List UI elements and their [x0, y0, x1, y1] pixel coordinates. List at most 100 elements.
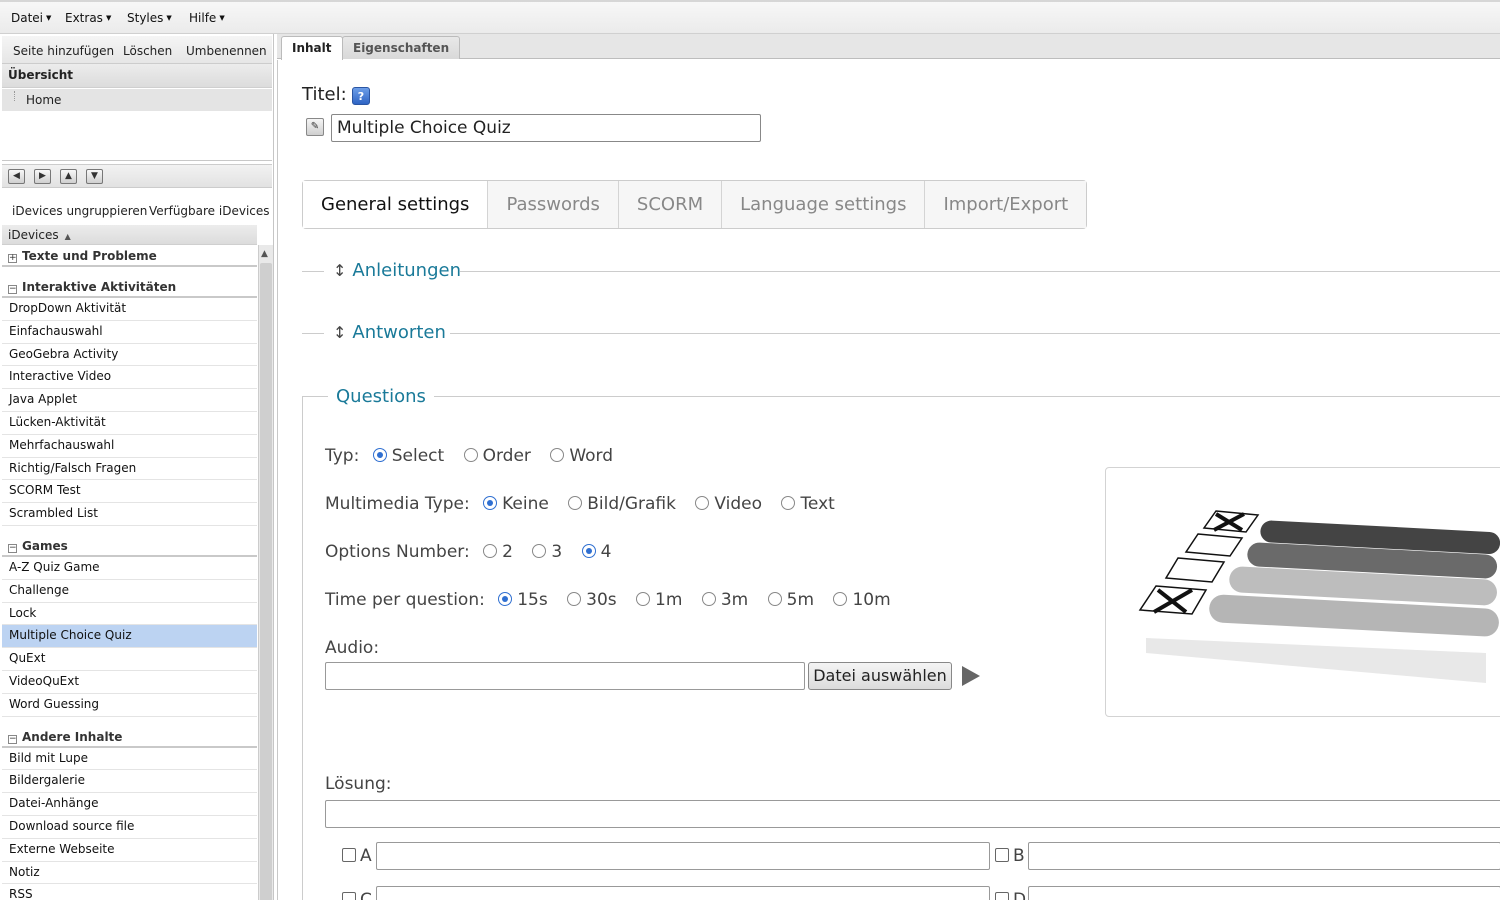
- ungroup-idevices-button[interactable]: iDevices ungruppieren: [12, 204, 147, 218]
- idevice-item[interactable]: RSS: [2, 884, 257, 900]
- section-instructions-toggle[interactable]: ↕ Anleitungen: [333, 260, 461, 281]
- tab-import-export[interactable]: Import/Export: [925, 181, 1087, 228]
- title-input[interactable]: [331, 114, 761, 142]
- divider: [450, 333, 1500, 334]
- add-page-button[interactable]: Seite hinzufügen: [13, 44, 114, 58]
- scroll-up-icon[interactable]: ▲: [261, 249, 268, 259]
- idevice-item[interactable]: Java Applet: [2, 389, 257, 412]
- idevice-item[interactable]: Bildergalerie: [2, 770, 257, 794]
- arrow-down-icon[interactable]: ▼: [86, 169, 103, 184]
- tab-general-settings[interactable]: General settings: [303, 181, 489, 228]
- menu-extras[interactable]: Extras ▼: [65, 11, 111, 25]
- time-10m-label: 10m: [852, 590, 891, 610]
- outline-header[interactable]: Übersicht: [2, 64, 272, 88]
- arrow-up-icon[interactable]: ▲: [60, 169, 77, 184]
- collapse-icon[interactable]: −: [8, 734, 17, 744]
- idevice-item[interactable]: Mehrfachauswahl: [2, 435, 257, 458]
- idevice-group-header[interactable]: − Andere Inhalte: [2, 726, 257, 748]
- arrow-left-icon[interactable]: ◀: [8, 169, 25, 184]
- choose-file-button[interactable]: Datei auswählen: [808, 662, 952, 690]
- multimedia-image-radio[interactable]: [568, 496, 583, 510]
- expand-icon[interactable]: +: [8, 254, 17, 263]
- time-15s-radio[interactable]: [498, 592, 513, 606]
- idevice-item[interactable]: QuExt: [2, 648, 257, 671]
- idevice-item[interactable]: Lücken-Aktivität: [2, 412, 257, 435]
- time-30s-radio[interactable]: [567, 592, 582, 606]
- idevice-item[interactable]: Scrambled List: [2, 503, 257, 526]
- answer-d-input[interactable]: [1028, 886, 1500, 900]
- answer-c-input[interactable]: [376, 886, 990, 900]
- idevice-group-header[interactable]: − Games: [2, 535, 257, 557]
- idevice-item[interactable]: Word Guessing: [2, 694, 257, 717]
- idevice-item[interactable]: Lock: [2, 603, 257, 626]
- tab-content[interactable]: Inhalt: [281, 36, 343, 60]
- idevice-item[interactable]: Multiple Choice Quiz: [2, 625, 257, 649]
- idevice-item[interactable]: Externe Webseite: [2, 839, 257, 862]
- collapse-icon[interactable]: −: [8, 543, 17, 553]
- type-order-radio[interactable]: [463, 448, 478, 462]
- idevice-item[interactable]: SCORM Test: [2, 480, 257, 504]
- time-label: Time per question:: [325, 590, 485, 610]
- idevice-item[interactable]: Notiz: [2, 862, 257, 885]
- menu-styles[interactable]: Styles ▼: [127, 11, 172, 25]
- multimedia-video-radio[interactable]: [695, 496, 710, 510]
- help-icon[interactable]: ?: [352, 87, 370, 105]
- idevice-item[interactable]: GeoGebra Activity: [2, 344, 257, 367]
- scrollbar-thumb[interactable]: [260, 263, 272, 900]
- options-2-radio[interactable]: [483, 544, 498, 558]
- questions-legend: Questions: [328, 386, 434, 407]
- idevice-group-header[interactable]: + Texte und Probleme: [2, 246, 257, 267]
- menu-hilfe[interactable]: Hilfe ▼: [189, 11, 225, 25]
- menu-datei[interactable]: Datei ▼: [11, 11, 51, 25]
- time-1m-radio[interactable]: [636, 592, 651, 606]
- multimedia-text-radio[interactable]: [781, 496, 796, 510]
- idevice-item[interactable]: VideoQuExt: [2, 671, 257, 694]
- delete-page-button[interactable]: Löschen: [123, 44, 172, 58]
- type-select-radio[interactable]: [372, 448, 387, 462]
- answer-a-input[interactable]: [376, 842, 990, 870]
- answer-b-checkbox-wrap: B: [995, 846, 1025, 866]
- idevice-item[interactable]: DropDown Aktivität: [2, 298, 257, 321]
- answer-b-input[interactable]: [1028, 842, 1500, 870]
- section-answers-toggle[interactable]: ↕ Antworten: [333, 322, 446, 343]
- answer-c-checkbox[interactable]: [342, 892, 356, 900]
- arrow-right-icon[interactable]: ▶: [34, 169, 51, 184]
- multimedia-none-radio[interactable]: [483, 496, 498, 510]
- type-word-radio[interactable]: [550, 448, 565, 462]
- idevices-scrollbar[interactable]: ▲: [258, 245, 273, 900]
- idevice-item[interactable]: Download source file: [2, 816, 257, 839]
- options-4-radio[interactable]: [581, 544, 596, 558]
- menu-datei-label: Datei: [11, 11, 44, 25]
- tab-scorm[interactable]: SCORM: [618, 181, 723, 228]
- idevice-item[interactable]: Bild mit Lupe: [2, 748, 257, 771]
- outline-item-home[interactable]: Home: [2, 89, 272, 111]
- options-number-row: Options Number: 2 3 4: [325, 542, 615, 562]
- answer-d-checkbox[interactable]: [995, 892, 1009, 900]
- solution-label: Lösung:: [325, 774, 392, 794]
- time-3m-radio[interactable]: [701, 592, 716, 606]
- tab-passwords[interactable]: Passwords: [488, 181, 619, 228]
- idevice-item[interactable]: Einfachauswahl: [2, 321, 257, 344]
- idevice-item[interactable]: Datei-Anhänge: [2, 793, 257, 816]
- idevice-item[interactable]: Richtig/Falsch Fragen: [2, 458, 257, 481]
- time-10m-radio[interactable]: [833, 592, 848, 606]
- audio-input[interactable]: [325, 662, 805, 690]
- rename-page-button[interactable]: Umbenennen: [186, 44, 267, 58]
- idevice-group-header[interactable]: − Interaktive Aktivitäten: [2, 277, 257, 298]
- tab-properties[interactable]: Eigenschaften: [342, 36, 461, 59]
- collapse-icon[interactable]: −: [8, 285, 17, 294]
- idevice-item[interactable]: Challenge: [2, 580, 257, 603]
- available-idevices-button[interactable]: Verfügbare iDevices: [149, 204, 270, 218]
- options-3-radio[interactable]: [532, 544, 547, 558]
- edit-icon[interactable]: ✎: [306, 118, 324, 136]
- idevices-header[interactable]: iDevices ▲: [2, 225, 257, 245]
- answer-b-checkbox[interactable]: [995, 848, 1009, 862]
- play-icon[interactable]: [962, 666, 980, 686]
- time-5m-radio[interactable]: [767, 592, 782, 606]
- solution-input[interactable]: [325, 800, 1500, 828]
- idevice-item[interactable]: Interactive Video: [2, 366, 257, 390]
- tab-language-settings[interactable]: Language settings: [722, 181, 926, 228]
- answer-a-checkbox[interactable]: [342, 848, 356, 862]
- idevice-item[interactable]: A-Z Quiz Game: [2, 557, 257, 580]
